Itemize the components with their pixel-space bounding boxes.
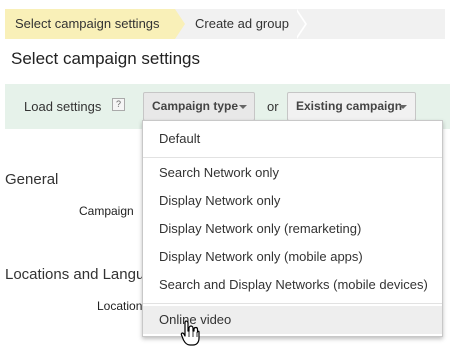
chevron-down-icon: [399, 105, 407, 109]
existing-campaign-label: Existing campaign: [296, 99, 403, 113]
hand-cursor-icon: [180, 320, 200, 346]
chevron-down-icon: [239, 105, 247, 109]
breadcrumb-separator-arrow: [295, 9, 305, 39]
load-settings-label: Load settings: [24, 99, 102, 114]
existing-campaign-dropdown[interactable]: Existing campaign: [287, 92, 416, 121]
locations-heading: Locations and Langua: [5, 266, 153, 283]
campaign-type-dropdown[interactable]: Campaign type: [143, 92, 255, 121]
breadcrumb-step-label: Create ad group: [195, 16, 289, 31]
page-title: Select campaign settings: [11, 49, 200, 68]
help-icon[interactable]: ?: [112, 98, 125, 111]
campaign-type-label: Campaign type: [152, 99, 239, 113]
campaign-type-menu: Default Search Network only Display Netw…: [142, 120, 443, 337]
menu-item-display-remarketing[interactable]: Display Network only (remarketing): [143, 215, 442, 243]
or-label: or: [267, 99, 279, 114]
breadcrumb-step-label: Select campaign settings: [15, 16, 160, 31]
menu-item-search-display-mobile[interactable]: Search and Display Networks (mobile devi…: [143, 271, 442, 299]
breadcrumb-step-create-ad-group[interactable]: Create ad group: [173, 9, 445, 39]
menu-item-default[interactable]: Default: [143, 125, 442, 153]
breadcrumb-active-arrow: [175, 9, 185, 39]
menu-item-display-mobile-apps[interactable]: Display Network only (mobile apps): [143, 243, 442, 271]
general-heading: General: [5, 171, 59, 188]
menu-separator: [143, 303, 442, 304]
menu-item-search-network-only[interactable]: Search Network only: [143, 159, 442, 187]
campaign-field-label: Campaign: [79, 204, 134, 218]
locations-field-label: Location: [97, 299, 143, 313]
menu-item-display-network-only[interactable]: Display Network only: [143, 187, 442, 215]
breadcrumb-step-select-settings[interactable]: Select campaign settings: [5, 9, 175, 39]
menu-separator: [143, 157, 442, 158]
breadcrumb: Create ad group Select campaign settings: [5, 9, 445, 39]
